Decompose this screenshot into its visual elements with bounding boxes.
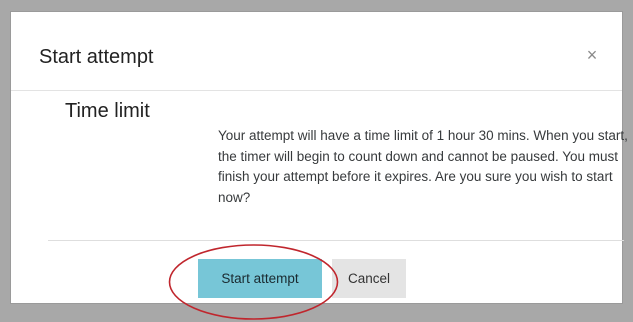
close-icon[interactable]: × bbox=[583, 46, 601, 64]
time-limit-message: Your attempt will have a time limit of 1… bbox=[218, 128, 628, 205]
time-limit-heading: Time limit bbox=[65, 100, 150, 122]
dialog-divider bbox=[48, 240, 624, 241]
start-attempt-button[interactable]: Start attempt bbox=[198, 259, 322, 298]
start-attempt-dialog: Start attempt × Time limit Your attempt … bbox=[10, 11, 628, 320]
dialog-title: Start attempt bbox=[39, 46, 154, 68]
cancel-button[interactable]: Cancel bbox=[332, 259, 406, 298]
dialog-header: Start attempt × bbox=[11, 12, 622, 91]
